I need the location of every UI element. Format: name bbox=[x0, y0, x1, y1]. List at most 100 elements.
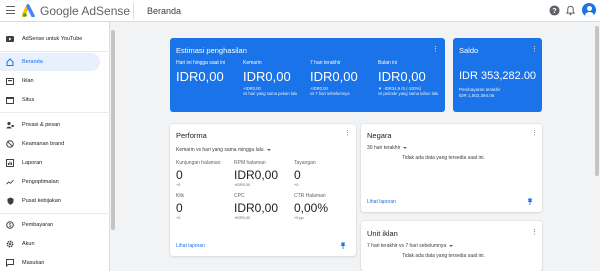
sidebar-item-feedback[interactable]: Masukan bbox=[0, 254, 100, 271]
metric-page-ctr[interactable]: CTR Halaman 0,00% +0 pp bbox=[294, 193, 328, 220]
payments-icon: $ bbox=[6, 221, 14, 229]
empty-state-message: Tidak ada data yang tersedia saat ini. bbox=[402, 253, 485, 259]
sidebar-item-label: Pembayaran bbox=[22, 222, 54, 228]
pin-icon[interactable] bbox=[527, 198, 533, 205]
metric-page-rpm[interactable]: RPM halaman IDR0,00 +IDR0,00 bbox=[234, 160, 278, 187]
dropdown-value: 30 hari terakhir bbox=[367, 145, 401, 151]
pin-icon[interactable] bbox=[340, 242, 346, 249]
sidebar-item-label: Iklan bbox=[22, 78, 34, 84]
header-divider bbox=[133, 3, 134, 19]
ads-icon bbox=[6, 77, 14, 85]
earnings-value: IDR0,00 bbox=[176, 69, 224, 84]
top-app-bar: Google AdSense Beranda ? bbox=[0, 0, 600, 22]
sidebar-item-label: Pusat kebijakan bbox=[22, 198, 61, 204]
metric-change: +0 bbox=[176, 183, 181, 187]
sidebar-item-sites[interactable]: Situs bbox=[0, 91, 100, 109]
countries-period-dropdown[interactable]: 30 hari terakhir bbox=[367, 145, 408, 151]
earnings-label: Kemarin bbox=[243, 60, 262, 66]
earnings-comparison: +IDR0,00 vs hari yang sama pekan lalu bbox=[243, 86, 298, 96]
metric-value: IDR0,00 bbox=[234, 201, 279, 215]
metric-label: Tayangan bbox=[294, 160, 316, 166]
earnings-value: IDR0,00 bbox=[243, 69, 291, 84]
earnings-label: Hari ini hingga saat ini bbox=[176, 60, 226, 66]
metric-clicks[interactable]: Klik 0 +0 bbox=[176, 193, 184, 220]
metric-page-views[interactable]: Kunjungan halaman 0 +0 bbox=[176, 160, 220, 187]
caret-down-icon bbox=[449, 244, 454, 247]
sidebar: AdSense untuk YouTube Beranda Iklan Situ… bbox=[0, 22, 110, 271]
metric-value: 0,00% bbox=[294, 201, 329, 215]
sidebar-item-label: Masukan bbox=[22, 260, 45, 266]
metric-label: Kunjungan halaman bbox=[176, 160, 221, 166]
sidebar-item-privacy[interactable]: Privasi & pesan bbox=[0, 116, 100, 134]
sites-icon bbox=[6, 96, 14, 104]
ad-units-period-dropdown[interactable]: 7 hari terakhir vs 7 hari sebelumnya bbox=[367, 243, 454, 249]
earnings-label: Bulan ini bbox=[378, 60, 398, 66]
metric-label: CPC bbox=[234, 193, 245, 199]
metric-change: +0 pp bbox=[294, 216, 304, 220]
more-options-icon[interactable]: ⋮ bbox=[531, 46, 538, 53]
metric-change: +IDR0,00 bbox=[234, 183, 251, 187]
sidebar-item-brand-safety[interactable]: Keamanan brand bbox=[0, 135, 100, 153]
home-icon bbox=[6, 58, 14, 66]
caret-down-icon bbox=[266, 148, 271, 151]
earnings-label: 7 hari terakhir bbox=[310, 60, 341, 66]
sidebar-divider bbox=[0, 51, 110, 52]
earnings-last-7-days: 7 hari terakhir IDR0,00 +IDR0,00 vs 7 ha… bbox=[310, 60, 380, 96]
more-options-icon[interactable]: ⋮ bbox=[344, 130, 351, 137]
sidebar-scrollbar-thumb[interactable] bbox=[111, 30, 115, 230]
metric-impressions[interactable]: Tayangan 0 +0 bbox=[294, 160, 316, 187]
balance-value: IDR 353,282.00 bbox=[459, 70, 537, 82]
sidebar-item-label: Keamanan brand bbox=[22, 141, 65, 147]
performance-card: Performa ⋮ Kemarin vs hari yang sama min… bbox=[170, 124, 356, 256]
earnings-value: IDR0,00 bbox=[310, 69, 358, 84]
sidebar-item-label: Laporan bbox=[22, 160, 43, 166]
trending-icon bbox=[6, 178, 14, 186]
metric-label: RPM halaman bbox=[234, 160, 266, 166]
account-avatar[interactable] bbox=[582, 3, 596, 17]
more-options-icon[interactable]: ⋮ bbox=[531, 130, 538, 137]
countries-card: Negara ⋮ 30 hari terakhir Tidak ada data… bbox=[361, 124, 542, 212]
sidebar-item-account[interactable]: Akun bbox=[0, 235, 100, 253]
page-title: Beranda bbox=[147, 6, 182, 16]
reports-icon bbox=[6, 159, 14, 167]
metric-value: 0 bbox=[294, 168, 301, 182]
help-icon[interactable]: ? bbox=[549, 5, 560, 16]
earnings-value: IDR0,00 bbox=[378, 69, 426, 84]
sidebar-item-label: AdSense untuk YouTube bbox=[22, 36, 83, 42]
block-icon bbox=[6, 140, 14, 148]
brand-name: Google AdSense bbox=[40, 4, 131, 18]
card-title: Performa bbox=[176, 131, 207, 140]
notifications-icon[interactable] bbox=[565, 5, 576, 16]
more-options-icon[interactable]: ⋮ bbox=[531, 229, 538, 236]
card-title: Estimasi penghasilan bbox=[176, 46, 247, 55]
earnings-comparison: +IDR0,00 vs 7 hari sebelumnya bbox=[310, 86, 350, 96]
sidebar-item-policy-center[interactable]: Pusat kebijakan bbox=[0, 192, 100, 210]
ad-units-card: Unit iklan ⋮ 7 hari terakhir vs 7 hari s… bbox=[361, 221, 542, 271]
sidebar-item-adsense-youtube[interactable]: AdSense untuk YouTube bbox=[0, 30, 100, 48]
sidebar-item-reports[interactable]: Laporan bbox=[0, 154, 100, 172]
view-report-link[interactable]: Lihat laporan bbox=[367, 199, 396, 205]
sidebar-item-optimization[interactable]: Pengoptimalan bbox=[0, 173, 100, 191]
sidebar-item-label: Akun bbox=[22, 241, 35, 247]
metric-value: 0 bbox=[176, 201, 183, 215]
sidebar-item-ads[interactable]: Iklan bbox=[0, 72, 100, 90]
main-scrollbar-thumb[interactable] bbox=[595, 26, 599, 176]
metric-label: Klik bbox=[176, 193, 185, 199]
menu-icon[interactable] bbox=[6, 6, 15, 14]
dropdown-value: Kemarin vs hari yang sama minggu lalu bbox=[176, 147, 264, 153]
metric-cpc[interactable]: CPC IDR0,00 +IDR0,00 bbox=[234, 193, 278, 220]
earnings-today: Hari ini hingga saat ini IDR0,00 bbox=[176, 60, 246, 84]
settings-icon bbox=[6, 240, 14, 248]
sidebar-item-home[interactable]: Beranda bbox=[0, 53, 100, 71]
earnings-this-month: Bulan ini IDR0,00 ▼ -IDR34,9 rb (-100%) … bbox=[378, 60, 442, 96]
privacy-icon bbox=[6, 121, 14, 129]
feedback-icon bbox=[6, 259, 14, 267]
metric-change: +IDR0,00 bbox=[234, 216, 251, 220]
shield-icon bbox=[6, 197, 14, 205]
more-options-icon[interactable]: ⋮ bbox=[432, 46, 439, 53]
view-report-link[interactable]: Lihat laporan bbox=[176, 243, 205, 249]
sidebar-item-payments[interactable]: $ Pembayaran bbox=[0, 216, 100, 234]
card-title: Saldo bbox=[459, 46, 479, 55]
sidebar-item-label: Situs bbox=[22, 97, 35, 103]
performance-period-dropdown[interactable]: Kemarin vs hari yang sama minggu lalu bbox=[176, 147, 271, 153]
